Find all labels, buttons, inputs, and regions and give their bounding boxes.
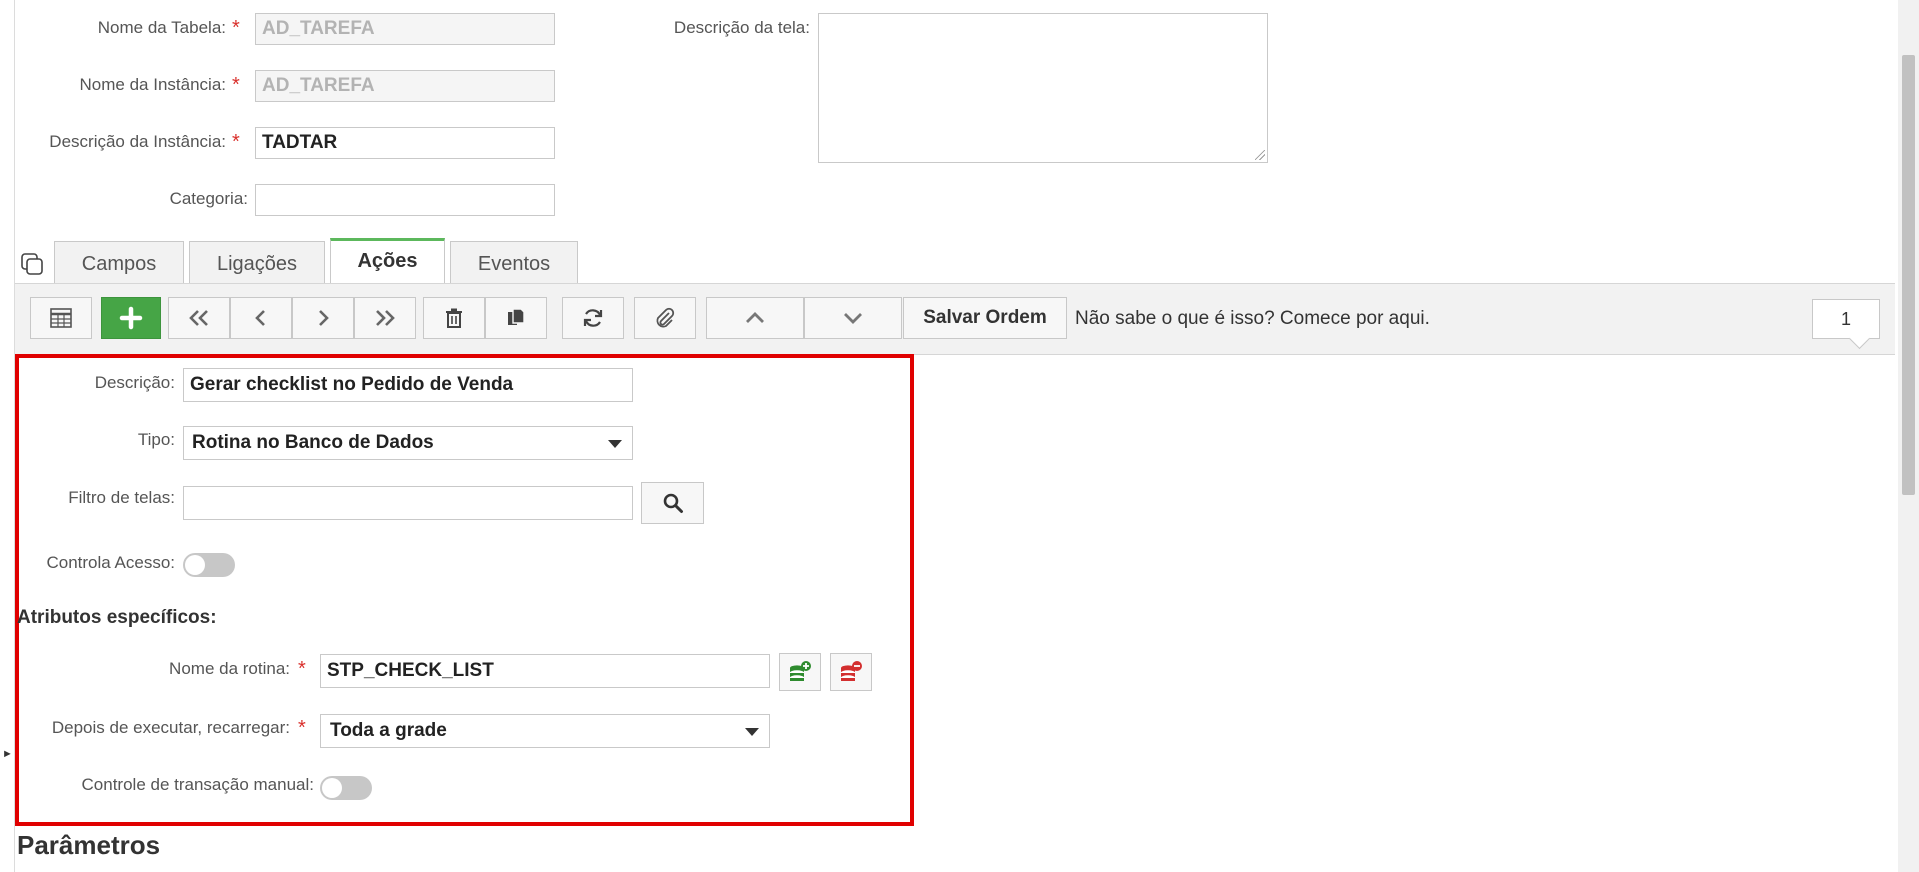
resize-grip-icon[interactable] [1255,150,1265,160]
collapse-arrow-icon[interactable]: ► [2,748,13,760]
add-routine-button[interactable] [779,653,821,691]
remove-routine-button[interactable] [830,653,872,691]
rotina-label: Nome da rotina: [169,659,290,678]
chevron-left-icon [255,310,265,326]
left-edge [0,0,14,872]
attach-button[interactable] [634,297,696,339]
double-chevron-left-icon [189,310,208,326]
page-number-box[interactable]: 1 [1812,299,1880,339]
filtro-field[interactable] [183,486,633,520]
categoria-field[interactable] [255,184,555,216]
tipo-label: Tipo: [137,430,175,449]
duplicate-button[interactable] [485,297,547,339]
refresh-button[interactable] [562,297,624,339]
tab-acoes[interactable]: Ações [330,238,445,283]
required-mark: * [232,17,240,39]
copy-icon [508,308,525,325]
desc-tela-textarea[interactable] [818,13,1268,163]
transacao-toggle[interactable] [320,776,372,800]
add-button[interactable] [101,297,161,339]
next-record-button[interactable] [292,297,354,339]
toggle-knob [185,555,205,575]
parametros-title: Parâmetros [17,830,161,860]
toggle-knob [322,778,342,798]
grid-icon [50,308,72,328]
instancia-label: Nome da Instância: [79,75,226,94]
database-remove-icon [841,661,862,681]
tab-eventos[interactable]: Eventos [450,241,578,283]
double-chevron-right-icon [376,310,395,326]
tabela-label: Nome da Tabela: [97,18,226,37]
chevron-up-icon [746,312,764,323]
descricao-label: Descrição: [94,373,175,392]
copy-tabs-icon[interactable] [20,252,46,283]
delete-button[interactable] [423,297,485,339]
paperclip-icon [656,307,675,328]
help-link[interactable]: Não sabe o que é isso? Comece por aqui. [1075,308,1430,330]
move-down-button[interactable] [804,297,902,339]
search-button[interactable] [641,482,704,524]
required-mark: * [232,131,240,153]
tab-ligacoes[interactable]: Ligações [189,241,325,283]
last-record-button[interactable] [354,297,416,339]
dropdown-arrow-icon [608,440,622,448]
previous-record-button[interactable] [230,297,292,339]
instancia-field: AD_TAREFA [255,70,555,102]
controla-acesso-label: Controla Acesso: [46,553,175,572]
desc-instancia-field[interactable]: TADTAR [255,127,555,159]
filtro-label: Filtro de telas: [68,488,175,507]
required-mark: * [298,717,306,739]
scrollbar-thumb[interactable] [1902,55,1915,495]
dropdown-arrow-icon [745,728,759,736]
search-icon [663,493,683,513]
rotina-field[interactable]: STP_CHECK_LIST [320,654,770,688]
transacao-label: Controle de transação manual: [81,775,314,794]
chevron-right-icon [319,310,329,326]
controla-acesso-toggle[interactable] [183,553,235,577]
trash-icon [446,308,462,328]
required-mark: * [232,74,240,96]
recarregar-label: Depois de executar, recarregar: [51,718,290,737]
tabela-field: AD_TAREFA [255,13,555,45]
categoria-label: Categoria: [169,189,248,208]
tipo-select[interactable]: Rotina no Banco de Dados [183,426,633,460]
chevron-down-icon [844,313,862,324]
tab-campos[interactable]: Campos [54,241,184,283]
first-record-button[interactable] [168,297,230,339]
move-up-button[interactable] [706,297,804,339]
grid-view-button[interactable] [30,297,92,339]
plus-icon [119,306,143,330]
desc-tela-label: Descrição da tela: [673,18,810,37]
save-order-button[interactable]: Salvar Ordem [903,297,1067,339]
recarregar-select[interactable]: Toda a grade [320,714,770,748]
refresh-icon [583,309,603,327]
desc-instancia-label: Descrição da Instância: [49,132,226,151]
tipo-select-value: Rotina no Banco de Dados [192,432,434,453]
highlight-frame [15,354,914,826]
atributos-section-title: Atributos específicos: [17,607,217,628]
required-mark: * [298,658,306,680]
recarregar-select-value: Toda a grade [330,720,447,741]
database-add-icon [790,661,811,681]
descricao-field[interactable]: Gerar checklist no Pedido de Venda [183,368,633,402]
